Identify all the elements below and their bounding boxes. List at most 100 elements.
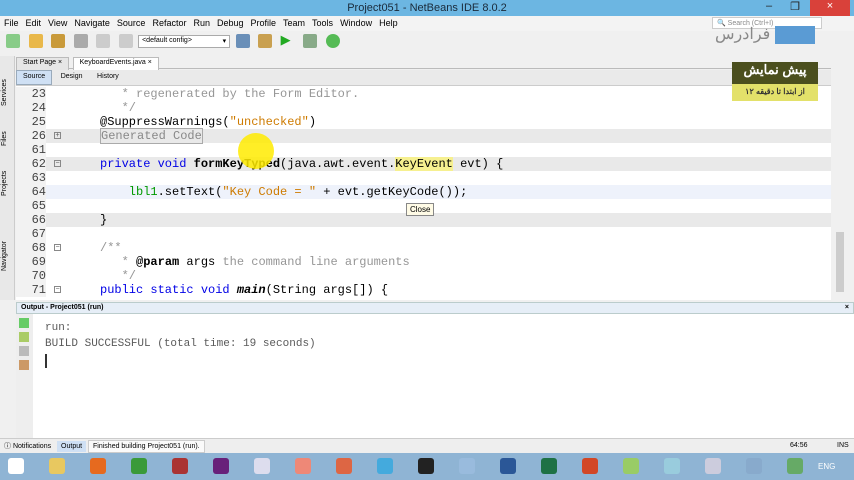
close-icon[interactable]: × — [845, 304, 849, 311]
rerun-icon[interactable] — [19, 318, 29, 328]
menu-profile[interactable]: Profile — [247, 16, 280, 28]
save-all-icon[interactable] — [73, 34, 88, 48]
code-editor[interactable]: 23 * regenerated by the Form Editor. 24 *… — [16, 86, 831, 300]
menu-tools[interactable]: Tools — [308, 16, 336, 28]
code-line: 61 — [16, 143, 831, 157]
cmd-icon[interactable] — [418, 458, 434, 474]
tab-history[interactable]: History — [91, 71, 125, 86]
notepadpp-icon[interactable] — [623, 458, 639, 474]
code-token: /** — [100, 241, 122, 255]
firefox-icon[interactable] — [90, 458, 106, 474]
menu-help[interactable]: Help — [375, 16, 401, 28]
line-number: 26 — [16, 129, 46, 143]
new-file-icon[interactable] — [6, 34, 20, 48]
code-text: lbl1.setText("Key Code = " + evt.getKeyC… — [100, 185, 467, 199]
code-text: } — [100, 213, 107, 227]
windows-start-icon[interactable] — [8, 458, 24, 474]
redo-icon[interactable] — [118, 34, 133, 48]
output-side-toolbar — [16, 314, 33, 438]
tab-keyboardevents[interactable]: KeyboardEvents.java × — [72, 57, 159, 70]
code-token: (String args[]) { — [265, 283, 389, 297]
tab-source[interactable]: Source — [16, 70, 53, 85]
navigator-tab[interactable]: Navigator — [1, 241, 8, 271]
fold-expand-icon[interactable]: + — [54, 132, 61, 139]
stop-icon[interactable] — [19, 346, 29, 356]
word-icon[interactable] — [500, 458, 516, 474]
services-tab[interactable]: Services — [1, 79, 8, 106]
profile-icon[interactable] — [325, 34, 340, 48]
settings-icon[interactable] — [19, 360, 29, 370]
menu-edit[interactable]: Edit — [22, 16, 45, 28]
line-number: 68 — [16, 241, 46, 255]
visual-studio-icon[interactable] — [213, 458, 229, 474]
paint-app-icon[interactable] — [746, 458, 762, 474]
menu-window[interactable]: Window — [336, 16, 375, 28]
tab-start-page[interactable]: Start Page × — [16, 57, 70, 70]
paint-icon[interactable] — [459, 458, 475, 474]
open-project-icon[interactable] — [51, 34, 66, 48]
files-tab[interactable]: Files — [1, 131, 8, 146]
code-token: the command line arguments — [222, 255, 410, 269]
code-line: 67 — [16, 227, 831, 241]
code-token: @param — [136, 255, 180, 269]
menu-view[interactable]: View — [44, 16, 70, 28]
maximize-button[interactable]: ❐ — [782, 0, 808, 16]
menu-run[interactable]: Run — [189, 16, 213, 28]
tab-label: Start Page — [23, 59, 57, 66]
output-line: run: — [45, 322, 72, 334]
faradars-logo: فرادرس — [715, 24, 835, 50]
code-text: @SuppressWarnings("unchecked") — [100, 115, 316, 129]
minimize-button[interactable]: – — [756, 0, 782, 16]
output-line: BUILD SUCCESSFUL (total time: 19 seconds… — [45, 338, 316, 350]
chrome-icon[interactable] — [131, 458, 147, 474]
app-icon[interactable] — [377, 458, 393, 474]
app-icon[interactable] — [295, 458, 311, 474]
rerun-with-args-icon[interactable] — [19, 332, 29, 342]
menu-source[interactable]: Source — [113, 16, 149, 28]
fold-collapse-icon[interactable]: − — [54, 244, 61, 251]
close-icon[interactable]: × — [148, 59, 152, 66]
calculator-icon[interactable] — [705, 458, 721, 474]
fold-collapse-icon[interactable]: − — [54, 286, 61, 293]
new-project-icon[interactable] — [28, 34, 43, 48]
debug-icon[interactable] — [303, 34, 318, 48]
config-select[interactable]: <default config> ▾ — [138, 34, 231, 48]
close-window-button[interactable]: × — [810, 0, 850, 16]
code-token: public static void — [100, 283, 237, 297]
winrar-icon[interactable] — [172, 458, 188, 474]
clean-build-icon[interactable] — [258, 34, 273, 48]
menu-navigate[interactable]: Navigate — [70, 16, 113, 28]
run-icon[interactable]: ▶ — [281, 33, 295, 48]
excel-icon[interactable] — [541, 458, 557, 474]
menu-file[interactable]: File — [0, 16, 22, 28]
insert-mode: INS — [837, 442, 849, 449]
fold-collapse-icon[interactable]: − — [54, 160, 61, 167]
scrollbar-thumb[interactable] — [836, 232, 844, 292]
menu-debug[interactable]: Debug — [213, 16, 247, 28]
build-icon[interactable] — [235, 34, 250, 48]
notifications-button[interactable]: ⓘ Notifications — [0, 439, 55, 453]
app-icon[interactable] — [787, 458, 803, 474]
menu-team[interactable]: Team — [279, 16, 308, 28]
code-line: 64 lbl1.setText("Key Code = " + evt.getK… — [16, 185, 831, 199]
matlab-icon[interactable] — [336, 458, 352, 474]
menu-refactor[interactable]: Refactor — [148, 16, 189, 28]
virtualbox-icon[interactable] — [254, 458, 270, 474]
code-token: ) — [308, 115, 317, 129]
output-panel-header: Output - Project051 (run) × — [16, 302, 854, 314]
language-indicator[interactable]: ENG — [818, 462, 835, 471]
code-token: .setText( — [157, 185, 223, 199]
line-number: 62 — [16, 157, 46, 171]
code-line: 25 @SuppressWarnings("unchecked") — [16, 115, 831, 129]
window-title: Project051 - NetBeans IDE 8.0.2 — [347, 2, 507, 14]
file-explorer-icon[interactable] — [49, 458, 65, 474]
app-icon[interactable] — [664, 458, 680, 474]
code-line: 62 − private void formKeyTyped(java.awt.ev… — [16, 157, 831, 171]
output-console[interactable]: run: BUILD SUCCESSFUL (total time: 19 se… — [33, 314, 854, 438]
output-button[interactable]: Output — [57, 440, 87, 452]
tab-design[interactable]: Design — [55, 71, 89, 86]
close-icon[interactable]: × — [58, 59, 62, 66]
powerpoint-icon[interactable] — [582, 458, 598, 474]
projects-tab[interactable]: Projects — [1, 171, 8, 196]
undo-icon[interactable] — [96, 34, 111, 48]
